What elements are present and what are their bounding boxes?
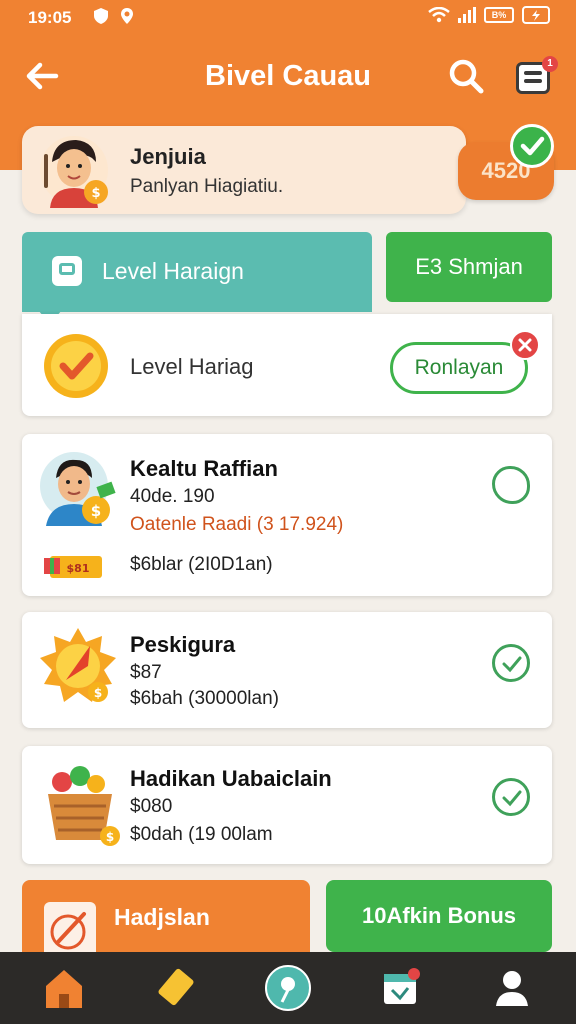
task-title: Peskigura <box>130 632 236 657</box>
page-title: Bivel Cauau <box>205 60 371 92</box>
app-bar: Bivel Cauau 1 <box>0 46 576 110</box>
task-title: Kealtu Raffian <box>130 456 278 481</box>
close-badge[interactable] <box>510 330 540 360</box>
level-icon <box>52 256 82 286</box>
level-card: Level Hariag Ronlayan <box>22 314 552 416</box>
profile-card[interactable]: $ Jenjuia Panlyan Hiagiatiu. <box>22 126 466 214</box>
profile-name: Jenjuia <box>130 144 206 169</box>
task-status-check[interactable] <box>492 644 530 682</box>
check-icon <box>502 656 522 673</box>
gift-ticket-icon: $81 <box>44 556 102 578</box>
wifi-icon <box>428 7 450 23</box>
search-icon <box>449 59 484 94</box>
nav-home[interactable] <box>38 962 90 1014</box>
wheel-icon <box>265 965 311 1011</box>
location-icon <box>121 8 133 24</box>
task-deadline: Oatenle Raadi (3 17.924) <box>130 514 344 535</box>
nav-wheel[interactable] <box>262 962 314 1014</box>
svg-text:$: $ <box>91 186 100 201</box>
tab-level[interactable]: Level Haraign <box>22 232 372 324</box>
basket-icon: $ <box>48 766 120 846</box>
task-detail: 40de. 190 <box>130 486 215 507</box>
signal-icon <box>458 7 476 23</box>
sun-rocket-icon: $ <box>40 628 116 702</box>
svg-text:$: $ <box>94 686 102 700</box>
nav-tickets[interactable] <box>150 962 202 1014</box>
gold-check-coin-icon <box>44 334 108 398</box>
calendar-icon <box>384 968 420 1004</box>
task-reward: $6bah (30000lan) <box>130 688 279 709</box>
nav-profile[interactable] <box>486 962 538 1014</box>
task-reward: $0dah (19 00lam <box>130 824 273 845</box>
task-title: Hadikan Uabaiclain <box>130 766 332 791</box>
check-icon <box>502 790 522 807</box>
home-icon <box>46 970 82 1008</box>
left-action-label: Hadjslan <box>114 904 210 930</box>
profile-subtitle: Panlyan Hiagiatiu. <box>130 176 284 197</box>
close-icon <box>518 338 532 352</box>
task-status-ring[interactable] <box>492 466 530 504</box>
status-bar: 19:05 B% <box>0 0 576 36</box>
ticket-icon <box>158 968 194 1006</box>
task-card[interactable]: $ Hadikan Uabaiclain $080 $0dah (19 00la… <box>22 746 552 864</box>
profile-icon <box>496 971 528 1006</box>
task-detail: $080 <box>130 796 173 817</box>
task-status-check[interactable] <box>492 778 530 816</box>
task-card[interactable]: $ Kealtu Raffian 40de. 190 Oatenle Raadi… <box>22 434 552 596</box>
svg-text:$: $ <box>106 830 114 844</box>
status-time: 19:05 <box>28 8 72 27</box>
bonus-button[interactable]: 10Afkin Bonus <box>326 880 552 952</box>
inbox-button[interactable]: 1 <box>516 56 558 94</box>
svg-text:$: $ <box>91 502 101 520</box>
charging-icon <box>522 6 550 24</box>
level-card-label: Level Hariag <box>130 354 254 379</box>
task-card[interactable]: $ Peskigura $87 $6bah (30000lan) <box>22 612 552 728</box>
check-icon <box>520 136 545 156</box>
task-reward: $6blar (2I0D1an) <box>130 554 273 575</box>
person-coin-avatar: $ <box>40 452 116 526</box>
verified-badge <box>510 124 554 168</box>
level-action-button[interactable]: Ronlayan <box>390 342 528 394</box>
notification-badge: 1 <box>542 56 558 72</box>
shield-icon <box>94 8 108 24</box>
search-button[interactable] <box>446 56 486 96</box>
task-detail: $87 <box>130 662 162 683</box>
left-action-button[interactable]: Hadjslan <box>22 880 310 962</box>
bottom-nav <box>0 952 576 1024</box>
avatar: $ <box>40 136 108 208</box>
tab-level-label: Level Haraign <box>102 258 244 284</box>
nav-calendar[interactable] <box>374 962 426 1014</box>
claim-button[interactable]: E3 Shmjan <box>386 232 552 302</box>
battery-icon: B% <box>484 7 514 23</box>
svg-text:$81: $81 <box>67 562 90 575</box>
